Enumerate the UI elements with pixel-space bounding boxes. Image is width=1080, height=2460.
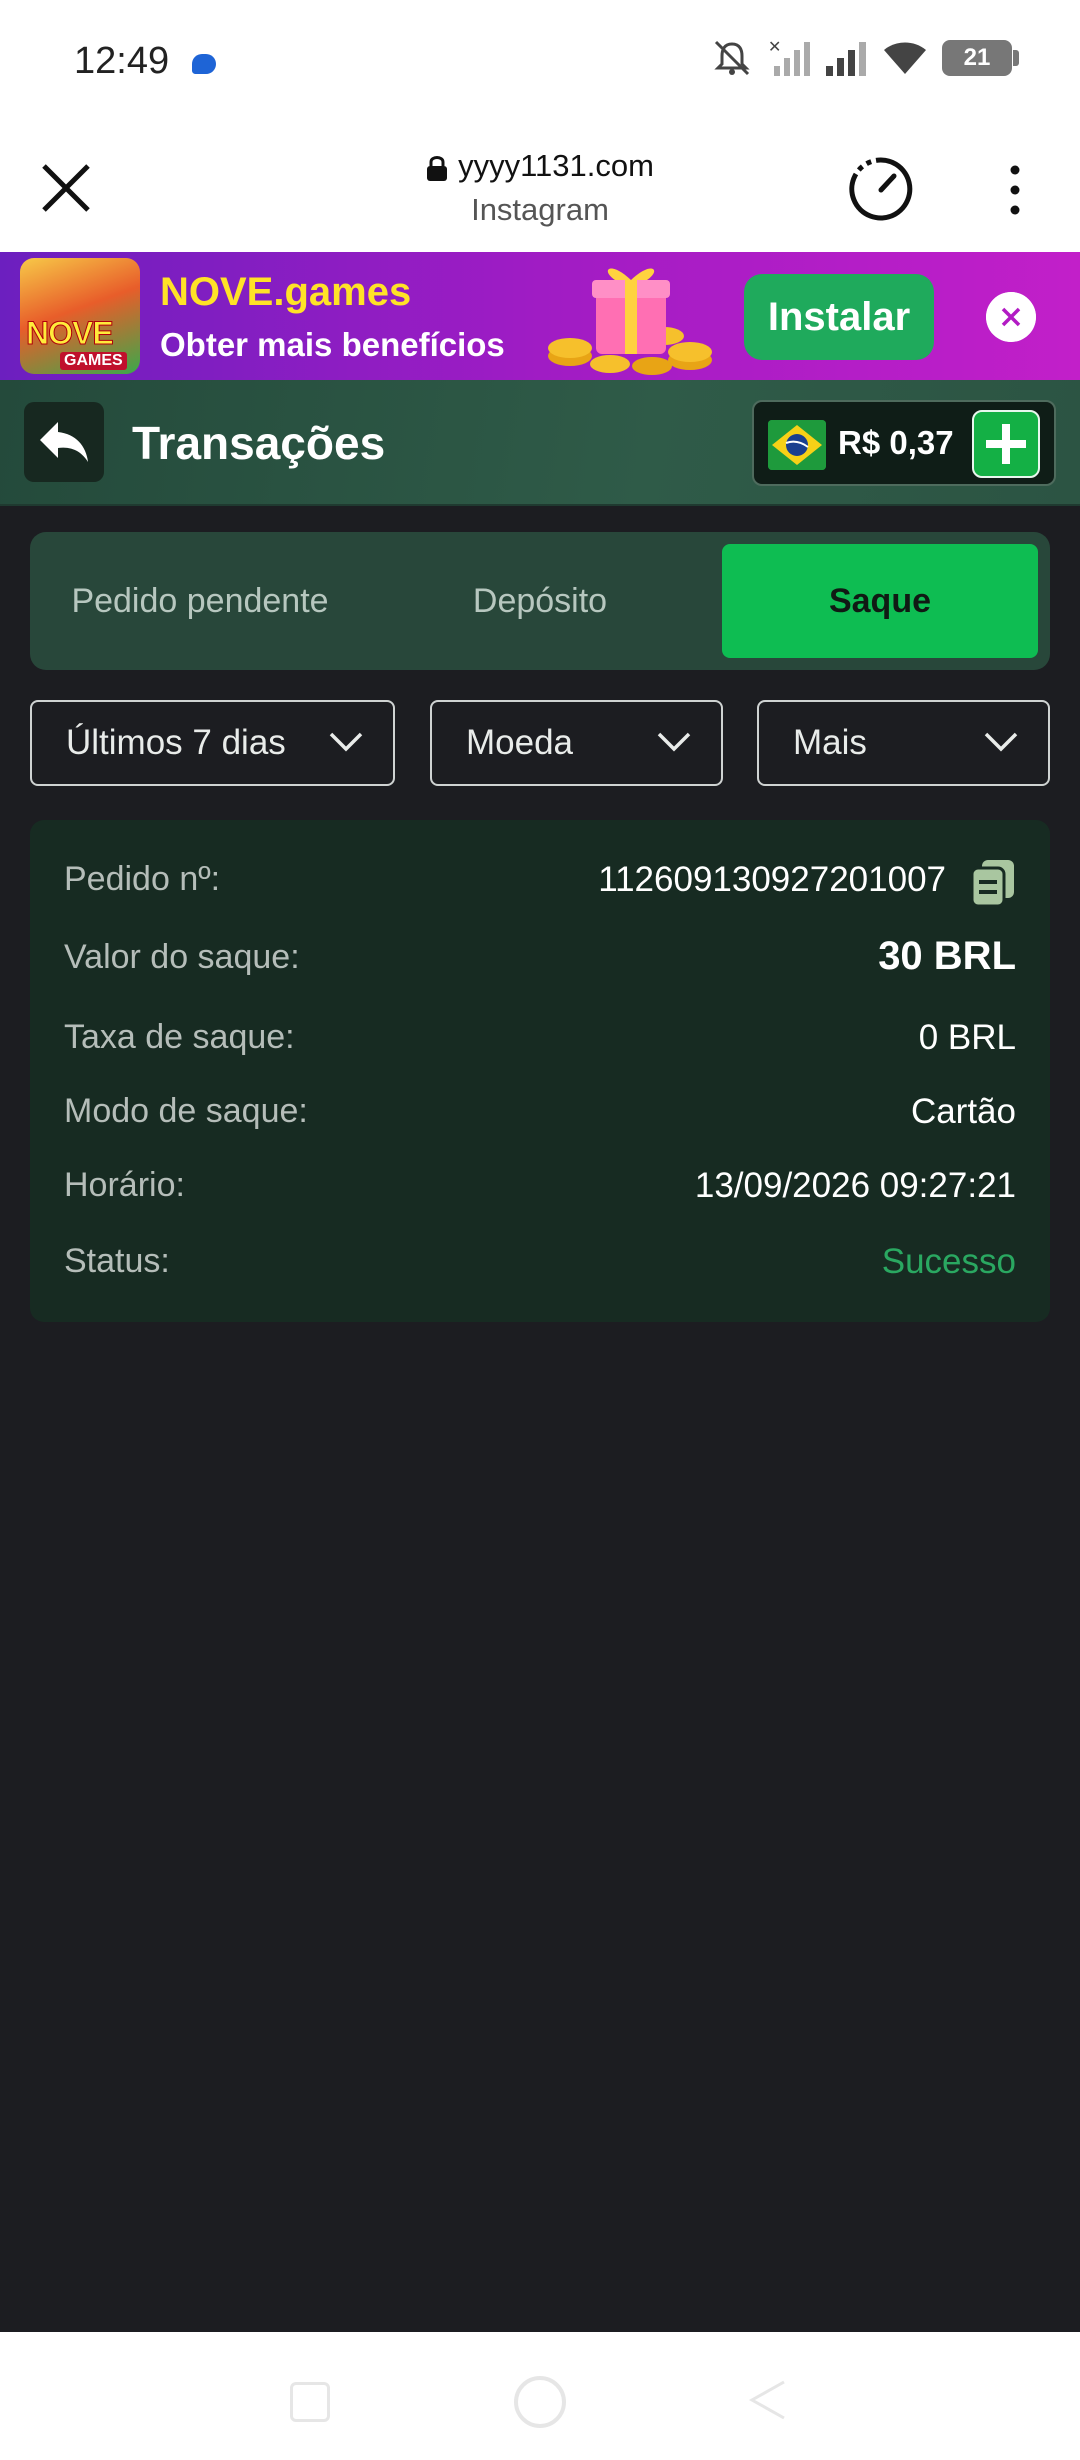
transaction-tabs: Pedido pendente Depósito Saque xyxy=(30,532,1050,670)
status-row: Status: Sucesso xyxy=(64,1236,1016,1286)
status-time: 12:49 xyxy=(74,40,170,82)
more-options-icon[interactable] xyxy=(1000,162,1030,218)
withdrawal-mode-value: Cartão xyxy=(910,1092,1016,1131)
withdrawal-fee-label: Taxa de saque: xyxy=(64,1018,295,1056)
order-number-row: Pedido nº: 112609130927201007 xyxy=(64,854,1016,908)
copy-icon[interactable] xyxy=(970,858,1016,908)
recent-apps-button[interactable] xyxy=(290,2382,330,2422)
url-display[interactable]: yyyy1131.com xyxy=(0,148,1080,184)
svg-text:✕: ✕ xyxy=(768,38,781,56)
more-filter-dropdown[interactable]: Mais xyxy=(757,700,1050,786)
plus-icon xyxy=(986,424,1026,464)
browser-bar: yyyy1131.com Instagram xyxy=(0,128,1080,252)
currency-filter-label: Moeda xyxy=(466,723,574,762)
lock-icon xyxy=(427,155,448,181)
tab-pending-order[interactable]: Pedido pendente xyxy=(30,544,370,658)
balance-widget: R$ 0,37 xyxy=(752,400,1056,486)
order-number-label: Pedido nº: xyxy=(64,860,221,898)
nove-games-logo: NOVE GAMES xyxy=(20,258,140,374)
status-icons: ✕ 21 xyxy=(710,38,1019,78)
install-button[interactable]: Instalar xyxy=(744,274,934,360)
brazil-flag-icon xyxy=(768,420,826,470)
back-triangle-icon[interactable] xyxy=(748,2380,788,2420)
period-filter-dropdown[interactable]: Últimos 7 dias xyxy=(30,700,395,786)
withdrawal-amount-row: Valor do saque: 30 BRL xyxy=(64,932,1016,982)
tab-withdrawal[interactable]: Saque xyxy=(722,544,1038,658)
banner-title: NOVE.games xyxy=(160,270,412,314)
withdrawal-fee-row: Taxa de saque: 0 BRL xyxy=(64,1012,1016,1062)
time-row: Horário: 13/09/2026 09:27:21 xyxy=(64,1160,1016,1210)
withdrawal-amount-label: Valor do saque: xyxy=(64,938,300,976)
page-header: Transações R$ 0,37 xyxy=(0,380,1080,506)
gift-coins-icon xyxy=(548,268,712,375)
close-banner-icon[interactable] xyxy=(986,292,1036,342)
speedometer-icon[interactable] xyxy=(846,154,916,224)
banner-subtitle: Obter mais benefícios xyxy=(160,326,505,363)
chevron-down-icon xyxy=(329,732,363,752)
add-funds-button[interactable] xyxy=(972,410,1040,478)
tab-deposit[interactable]: Depósito xyxy=(370,544,710,658)
balance-amount: R$ 0,37 xyxy=(838,424,954,461)
wifi-icon xyxy=(884,42,926,74)
order-number-value: 112609130927201007 xyxy=(598,860,946,899)
currency-filter-dropdown[interactable]: Moeda xyxy=(430,700,723,786)
status-bar: 12:49 ✕ 21 xyxy=(0,0,1080,128)
url-text: yyyy1131.com xyxy=(458,148,654,183)
app-install-banner: NOVE GAMES NOVE.games Obter mais benefíc… xyxy=(0,252,1080,380)
status-label: Status: xyxy=(64,1242,170,1280)
transaction-card: Pedido nº: 112609130927201007 Valor do s… xyxy=(30,820,1050,1322)
period-filter-label: Últimos 7 dias xyxy=(66,723,286,762)
mute-icon xyxy=(714,40,750,76)
chevron-down-icon xyxy=(657,732,691,752)
back-arrow-icon xyxy=(40,422,88,462)
status-badge: Sucesso xyxy=(881,1242,1016,1281)
no-signal-icon: ✕ xyxy=(768,38,810,76)
withdrawal-fee-value: 0 BRL xyxy=(918,1018,1016,1057)
withdrawal-mode-label: Modo de saque: xyxy=(64,1092,308,1130)
chevron-down-icon xyxy=(984,732,1018,752)
withdrawal-mode-row: Modo de saque: Cartão xyxy=(64,1086,1016,1136)
time-value: 13/09/2026 09:27:21 xyxy=(694,1166,1016,1205)
browser-source: Instagram xyxy=(471,192,609,227)
home-button[interactable] xyxy=(514,2376,566,2428)
page-title: Transações xyxy=(132,417,386,469)
time-label: Horário: xyxy=(64,1166,185,1204)
withdrawal-amount-value: 30 BRL xyxy=(878,934,1016,978)
battery-icon: 21 xyxy=(942,40,1019,76)
messenger-icon xyxy=(192,54,216,74)
signal-icon xyxy=(826,42,866,76)
more-filter-label: Mais xyxy=(793,723,867,762)
system-navigation-bar xyxy=(0,2332,1080,2460)
back-button[interactable] xyxy=(24,402,104,482)
